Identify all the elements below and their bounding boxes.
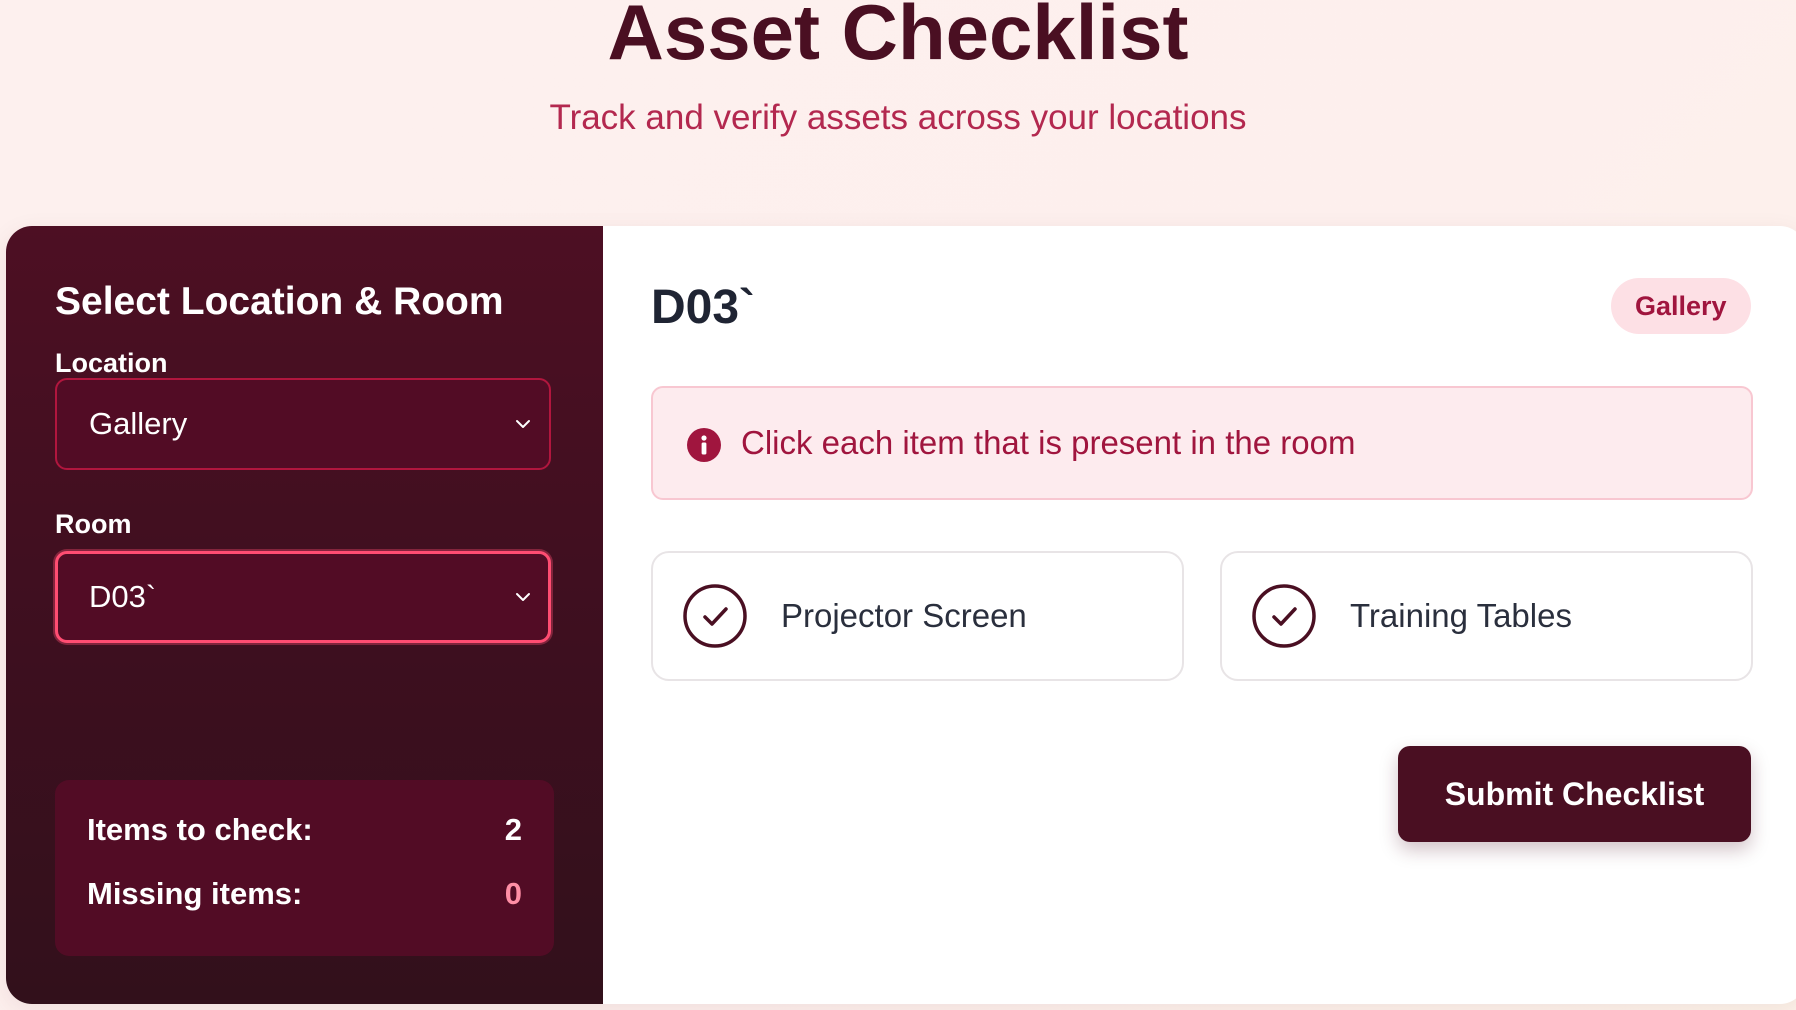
items-to-check-label: Items to check: bbox=[87, 812, 313, 847]
info-icon bbox=[687, 428, 721, 462]
check-circle-icon bbox=[1252, 584, 1316, 648]
check-circle-icon bbox=[683, 584, 747, 648]
room-select[interactable]: D03` bbox=[55, 551, 551, 643]
location-select[interactable]: Gallery bbox=[55, 378, 551, 470]
submit-checklist-button[interactable]: Submit Checklist bbox=[1398, 746, 1751, 842]
location-select-value: Gallery bbox=[89, 406, 188, 441]
sidebar-title: Select Location & Room bbox=[55, 280, 504, 323]
stats-panel: Items to check: 2 Missing items: 0 bbox=[55, 780, 554, 956]
items-to-check-count: 2 bbox=[504, 812, 522, 847]
location-badge: Gallery bbox=[1611, 278, 1751, 334]
room-select-value: D03` bbox=[89, 579, 157, 614]
items-to-check-row: Items to check: 2 bbox=[87, 810, 522, 850]
sidebar: Select Location & Room Location Gallery … bbox=[6, 226, 603, 1004]
info-banner: Click each item that is present in the r… bbox=[651, 386, 1753, 500]
checklist-item[interactable]: Projector Screen bbox=[651, 551, 1184, 681]
missing-items-label: Missing items: bbox=[87, 876, 303, 911]
location-label: Location bbox=[55, 348, 168, 378]
page-title: Asset Checklist bbox=[607, 0, 1189, 76]
checklist-item-label: Projector Screen bbox=[781, 597, 1027, 634]
missing-items-row: Missing items: 0 bbox=[87, 874, 522, 914]
missing-items-count: 0 bbox=[504, 876, 522, 911]
chevron-down-icon bbox=[516, 593, 530, 601]
checklist-item[interactable]: Training Tables bbox=[1220, 551, 1753, 681]
main-panel: D03` Gallery Click each item that is pre… bbox=[603, 226, 1796, 1004]
room-label: Room bbox=[55, 509, 132, 539]
checklist-item-label: Training Tables bbox=[1350, 597, 1572, 634]
page-subtitle: Track and verify assets across your loca… bbox=[549, 98, 1247, 137]
room-title: D03` bbox=[651, 281, 756, 334]
info-text: Click each item that is present in the r… bbox=[741, 424, 1356, 461]
chevron-down-icon bbox=[516, 420, 530, 428]
checklist-card: Select Location & Room Location Gallery … bbox=[6, 226, 1796, 1004]
